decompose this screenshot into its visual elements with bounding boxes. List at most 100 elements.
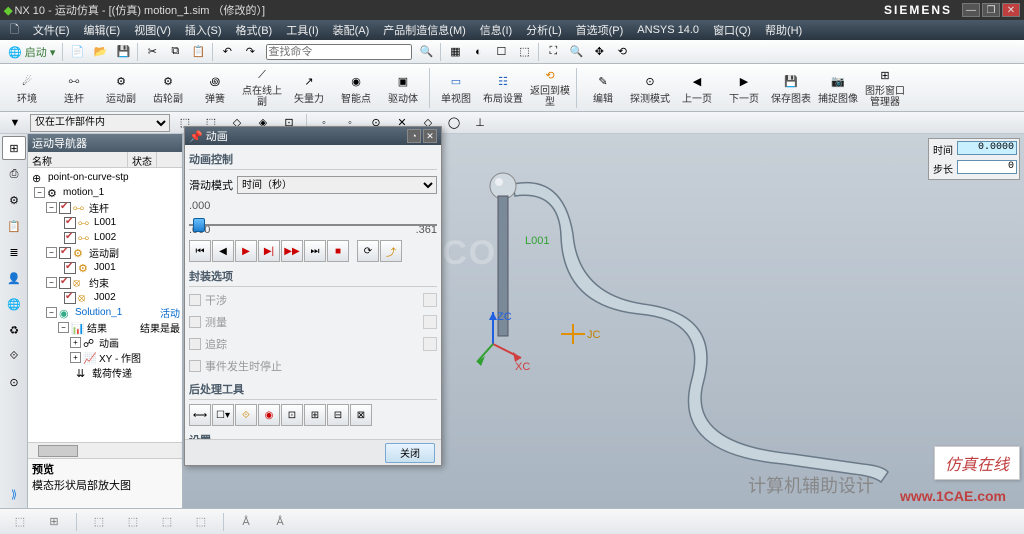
tree-links[interactable]: 连杆: [89, 200, 109, 215]
ribbon-return[interactable]: ⟲返回到模型: [527, 66, 573, 110]
close-button[interactable]: ✕: [1002, 3, 1020, 17]
step-value[interactable]: 0: [957, 160, 1017, 174]
ribbon-spring[interactable]: ꩜弹簧: [192, 66, 238, 110]
dialog-pin-icon[interactable]: 📌: [189, 131, 203, 143]
dialog-close-button[interactable]: 关闭: [385, 443, 435, 463]
nav-help-icon[interactable]: ⊙: [2, 370, 26, 394]
nav-tree[interactable]: ⊕point-on-curve-stp −⚙motion_1 −⧟连杆 ⧟L00…: [28, 168, 182, 442]
next-frame-button[interactable]: ▶|: [258, 240, 280, 262]
menu-assembly[interactable]: 装配(A): [327, 20, 376, 40]
ribbon-next[interactable]: ▶下一页: [721, 66, 767, 110]
nav-motion-icon[interactable]: ⚙: [2, 188, 26, 212]
opt-interfere-btn[interactable]: [423, 293, 437, 307]
play-button[interactable]: ▶: [235, 240, 257, 262]
post-tool-5[interactable]: ⊡: [281, 404, 303, 426]
open-icon[interactable]: 📂: [89, 42, 111, 62]
tree-solution[interactable]: Solution_1: [75, 307, 122, 318]
tree-j002[interactable]: J002: [94, 292, 116, 303]
bot-ic7[interactable]: Å: [232, 511, 260, 533]
ribbon-driver[interactable]: ▣驱动体: [380, 66, 426, 110]
fit-icon[interactable]: ⛶: [542, 42, 564, 62]
minimize-button[interactable]: —: [962, 3, 980, 17]
new-icon[interactable]: 🗋: [4, 19, 25, 42]
new-icon[interactable]: 📄: [66, 42, 88, 62]
ribbon-gear[interactable]: ⚙齿轮副: [145, 66, 191, 110]
start-dropdown[interactable]: 🌐 启动 ▾: [4, 44, 59, 60]
menu-insert[interactable]: 插入(S): [179, 20, 228, 40]
tree-j001[interactable]: J001: [94, 262, 116, 273]
nav-sys-icon[interactable]: ⟐: [2, 344, 26, 368]
nav-signal-icon[interactable]: ⟫: [2, 482, 26, 506]
tree-root[interactable]: point-on-curve-stp: [48, 172, 129, 183]
bot-ic4[interactable]: ⬚: [119, 511, 147, 533]
maximize-button[interactable]: ❐: [982, 3, 1000, 17]
command-search[interactable]: [266, 44, 412, 60]
post-tool-8[interactable]: ⊠: [350, 404, 372, 426]
menu-edit[interactable]: 编辑(E): [78, 20, 127, 40]
nav-role-icon[interactable]: 👤: [2, 266, 26, 290]
tree-xy[interactable]: XY - 作图: [99, 350, 141, 365]
nav-part-icon[interactable]: ⎙: [2, 162, 26, 186]
first-frame-button[interactable]: ⏮: [189, 240, 211, 262]
ribbon-vector-force[interactable]: ↗矢量力: [286, 66, 332, 110]
tree-scroll[interactable]: [28, 442, 182, 458]
post-tool-6[interactable]: ⊞: [304, 404, 326, 426]
ribbon-joint[interactable]: ⚙运动副: [98, 66, 144, 110]
shade-icon[interactable]: ◐: [467, 42, 489, 62]
zoom-icon[interactable]: 🔍: [565, 42, 587, 62]
ribbon-probe[interactable]: ⊙探测模式: [627, 66, 673, 110]
fast-fwd-button[interactable]: ▶▶: [281, 240, 303, 262]
post-tool-4[interactable]: ◉: [258, 404, 280, 426]
menu-ansys[interactable]: ANSYS 14.0: [631, 22, 705, 38]
bot-ic3[interactable]: ⬚: [85, 511, 113, 533]
menu-format[interactable]: 格式(B): [230, 20, 279, 40]
menu-info[interactable]: 信息(I): [474, 20, 518, 40]
post-tool-7[interactable]: ⊟: [327, 404, 349, 426]
filter-select[interactable]: 仅在工作部件内: [30, 114, 170, 132]
tree-load[interactable]: 载荷传递: [92, 365, 132, 380]
nav-reuse-icon[interactable]: ♻: [2, 318, 26, 342]
menu-view[interactable]: 视图(V): [128, 20, 177, 40]
pan-icon[interactable]: ✥: [588, 42, 610, 62]
prev-frame-button[interactable]: ◀: [212, 240, 234, 262]
view-icon[interactable]: ▦: [444, 42, 466, 62]
ribbon-env[interactable]: ☄环境: [4, 66, 50, 110]
last-frame-button[interactable]: ⏭: [304, 240, 326, 262]
bot-ic5[interactable]: ⬚: [153, 511, 181, 533]
menu-pmi[interactable]: 产品制造信息(M): [377, 20, 472, 40]
tree-constraints[interactable]: 约束: [89, 275, 109, 290]
ribbon-prev[interactable]: ◀上一页: [674, 66, 720, 110]
nav-hist-icon[interactable]: 📋: [2, 214, 26, 238]
tree-motion[interactable]: motion_1: [63, 187, 104, 198]
undo-icon[interactable]: ↶: [216, 42, 238, 62]
tree-l001[interactable]: L001: [94, 217, 116, 228]
menu-file[interactable]: 文件(E): [27, 20, 76, 40]
col-name[interactable]: 名称: [28, 152, 128, 167]
wireframe-icon[interactable]: ☐: [490, 42, 512, 62]
time-value[interactable]: 0.0000: [957, 141, 1017, 155]
slide-mode-select[interactable]: 时间（秒）: [237, 176, 437, 194]
ribbon-link[interactable]: ⧟连杆: [51, 66, 97, 110]
redo-icon[interactable]: ↷: [239, 42, 261, 62]
nav-assy-icon[interactable]: ⊞: [2, 136, 26, 160]
cube-icon[interactable]: ⬚: [513, 42, 535, 62]
ribbon-capture[interactable]: 📷捕捉图像: [815, 66, 861, 110]
ribbon-edit[interactable]: ✎编辑: [580, 66, 626, 110]
snap-tan-icon[interactable]: ◯: [443, 113, 465, 133]
ribbon-point-curve[interactable]: ⟋点在线上副: [239, 66, 285, 110]
menu-analyze[interactable]: 分析(L): [520, 20, 567, 40]
post-tool-3[interactable]: ⟐: [235, 404, 257, 426]
opt-measure-btn[interactable]: [423, 315, 437, 329]
save-icon[interactable]: 💾: [112, 42, 134, 62]
bot-ic6[interactable]: ⬚: [187, 511, 215, 533]
tree-joints[interactable]: 运动副: [89, 245, 119, 260]
tree-results[interactable]: 结果: [87, 320, 107, 335]
record-button[interactable]: ⟳: [357, 240, 379, 262]
bot-ic8[interactable]: Å: [266, 511, 294, 533]
menu-pref[interactable]: 首选项(P): [570, 20, 630, 40]
bot-ic1[interactable]: ⬚: [6, 511, 34, 533]
paste-icon[interactable]: 📋: [187, 42, 209, 62]
tree-anim[interactable]: 动画: [99, 335, 119, 350]
menu-help[interactable]: 帮助(H): [759, 20, 808, 40]
dialog-help-icon[interactable]: ◔: [407, 129, 421, 143]
